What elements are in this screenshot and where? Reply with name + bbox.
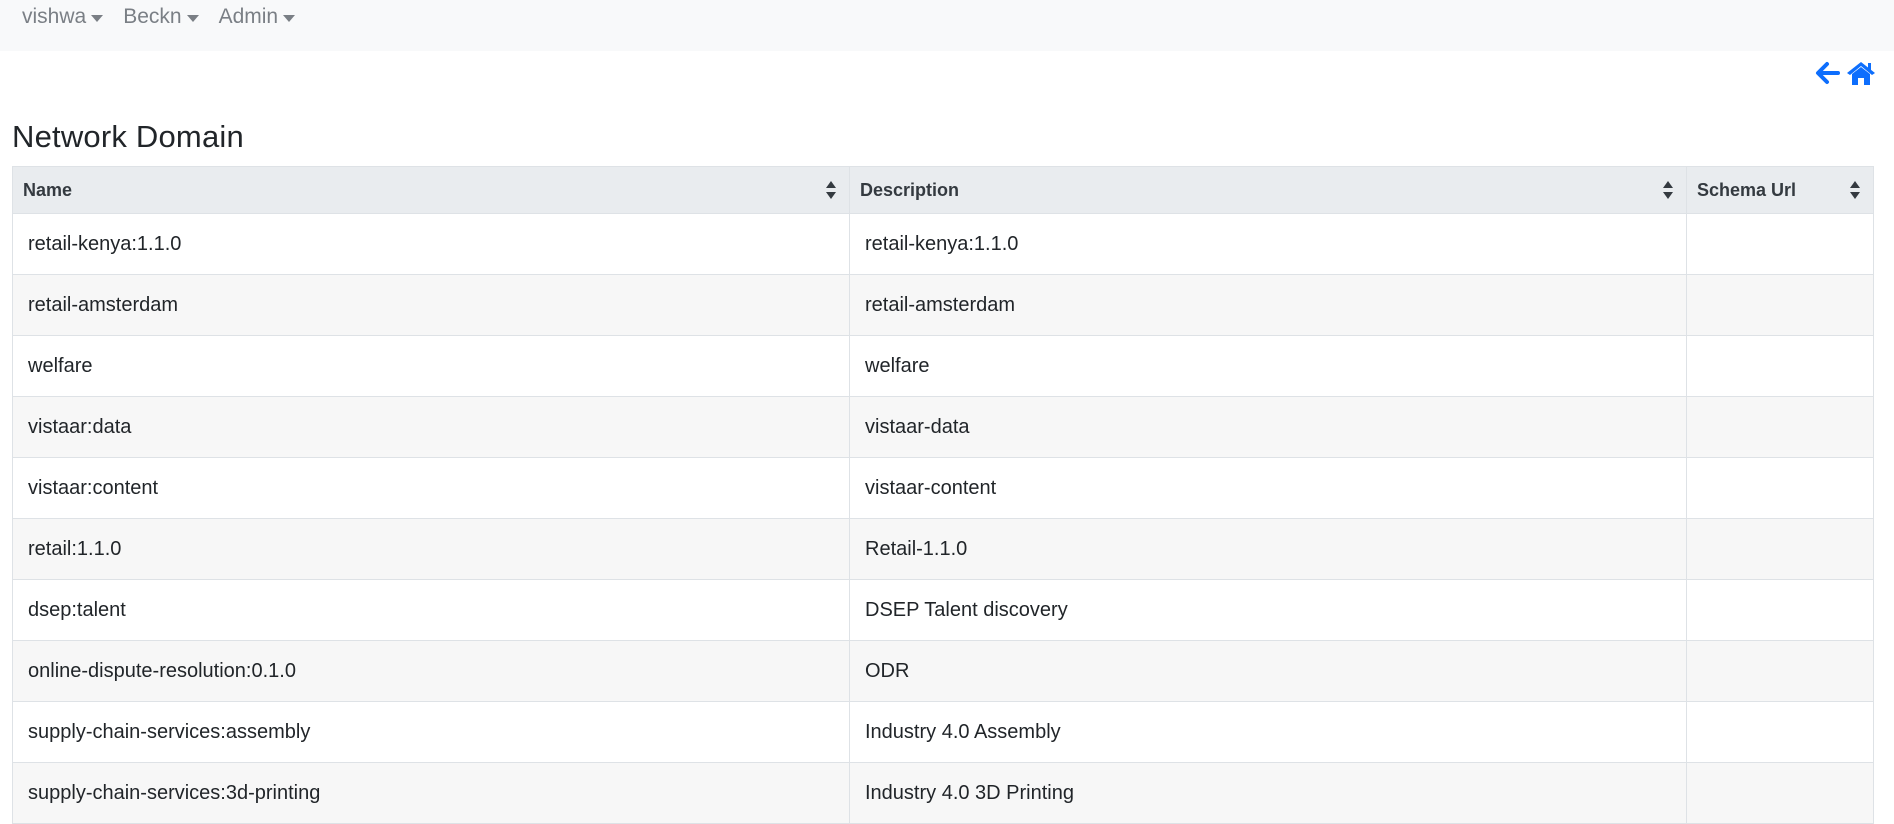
- caret-down-icon: [283, 14, 296, 22]
- arrow-left-icon[interactable]: [1814, 61, 1840, 85]
- nav-dropdown-label: Admin: [218, 5, 279, 28]
- cell-name: supply-chain-services:3d-printing: [12, 762, 850, 824]
- table-row[interactable]: retail:1.1.0 Retail-1.1.0: [12, 518, 1874, 580]
- cell-name: retail:1.1.0: [12, 518, 850, 580]
- cell-schema-url: [1686, 213, 1874, 275]
- network-domain-table-container: Name Description Schema Url retail-kenya…: [12, 166, 1874, 824]
- column-header-label: Description: [860, 179, 960, 200]
- cell-name: dsep:talent: [12, 579, 850, 641]
- nav-dropdown-beckn[interactable]: Beckn: [123, 5, 199, 29]
- table-row[interactable]: welfare welfare: [12, 335, 1874, 397]
- cell-schema-url: [1686, 457, 1874, 519]
- cell-name: retail-kenya:1.1.0: [12, 213, 850, 275]
- table-row[interactable]: dsep:talent DSEP Talent discovery: [12, 579, 1874, 641]
- column-header-description[interactable]: Description: [849, 166, 1687, 214]
- table-row[interactable]: supply-chain-services:3d-printing Industr…: [12, 762, 1874, 824]
- cell-description: Industry 4.0 3D Printing: [849, 762, 1687, 824]
- cell-description: welfare: [849, 335, 1687, 397]
- column-header-name[interactable]: Name: [12, 166, 850, 214]
- cell-schema-url: [1686, 518, 1874, 580]
- caret-down-icon: [91, 14, 104, 22]
- cell-name: vistaar:data: [12, 396, 850, 458]
- cell-description: Retail-1.1.0: [849, 518, 1687, 580]
- nav-dropdown-label: vishwa: [22, 5, 87, 28]
- cell-description: DSEP Talent discovery: [849, 579, 1687, 641]
- cell-schema-url: [1686, 762, 1874, 824]
- nav-dropdown-label: Beckn: [123, 5, 182, 28]
- table-row[interactable]: retail-kenya:1.1.0 retail-kenya:1.1.0: [12, 213, 1874, 275]
- sort-icon[interactable]: [1849, 180, 1861, 200]
- cell-description: ODR: [849, 640, 1687, 702]
- page-actions: [1814, 60, 1876, 86]
- network-domain-table: Name Description Schema Url retail-kenya…: [12, 166, 1874, 824]
- cell-description: Industry 4.0 Assembly: [849, 701, 1687, 763]
- cell-schema-url: [1686, 335, 1874, 397]
- home-icon[interactable]: [1846, 60, 1876, 86]
- cell-schema-url: [1686, 701, 1874, 763]
- cell-description: vistaar-content: [849, 457, 1687, 519]
- nav-dropdown-vishwa[interactable]: vishwa: [22, 5, 104, 29]
- nav-dropdown-admin[interactable]: Admin: [219, 5, 296, 29]
- cell-schema-url: [1686, 579, 1874, 641]
- table-row[interactable]: vistaar:content vistaar-content: [12, 457, 1874, 519]
- cell-description: vistaar-data: [849, 396, 1687, 458]
- cell-schema-url: [1686, 396, 1874, 458]
- sort-icon[interactable]: [825, 180, 837, 200]
- table-row[interactable]: retail-amsterdam retail-amsterdam: [12, 274, 1874, 336]
- cell-name: supply-chain-services:assembly: [12, 701, 850, 763]
- top-navbar: vishwa Beckn Admin: [0, 0, 1894, 51]
- column-header-schema-url[interactable]: Schema Url: [1686, 166, 1874, 214]
- cell-name: welfare: [12, 335, 850, 397]
- cell-name: vistaar:content: [12, 457, 850, 519]
- table-body: retail-kenya:1.1.0 retail-kenya:1.1.0 reta…: [12, 213, 1874, 824]
- cell-description: retail-kenya:1.1.0: [849, 213, 1687, 275]
- caret-down-icon: [186, 14, 199, 22]
- page-title: Network Domain: [12, 119, 244, 154]
- column-header-label: Name: [23, 179, 73, 200]
- cell-name: retail-amsterdam: [12, 274, 850, 336]
- table-row[interactable]: online-dispute-resolution:0.1.0 ODR: [12, 640, 1874, 702]
- table-header-row: Name Description Schema Url: [12, 166, 1874, 214]
- column-header-label: Schema Url: [1697, 179, 1797, 200]
- cell-description: retail-amsterdam: [849, 274, 1687, 336]
- table-row[interactable]: vistaar:data vistaar-data: [12, 396, 1874, 458]
- table-row[interactable]: supply-chain-services:assembly Industry 4…: [12, 701, 1874, 763]
- sort-icon[interactable]: [1662, 180, 1674, 200]
- cell-schema-url: [1686, 640, 1874, 702]
- cell-schema-url: [1686, 274, 1874, 336]
- cell-name: online-dispute-resolution:0.1.0: [12, 640, 850, 702]
